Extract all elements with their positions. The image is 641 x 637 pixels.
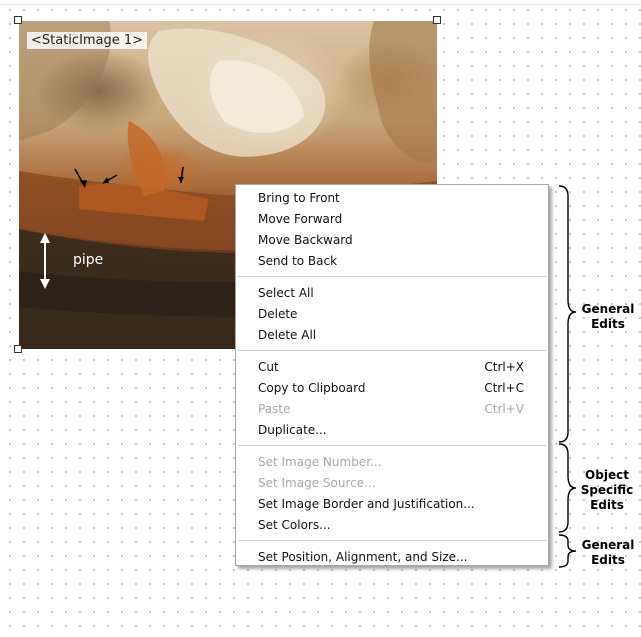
brace-general-edits-1 [558,185,577,443]
annotation-line: Object [585,468,629,482]
annotation-line: Edits [591,317,625,331]
brace-object-specific-edits [558,443,577,533]
annotation-general-edits-2: General Edits [578,538,638,568]
annotation-line: General [581,302,635,316]
annotation-general-edits-1: General Edits [578,302,638,332]
annotation-line: Specific [580,483,634,497]
annotation-object-specific-edits: Object Specific Edits [576,468,638,513]
annotation-line: General [581,538,635,552]
annotation-line: Edits [590,498,624,512]
annotation-braces [558,185,577,568]
annotation-line: Edits [591,553,625,567]
brace-general-edits-2 [558,534,577,568]
